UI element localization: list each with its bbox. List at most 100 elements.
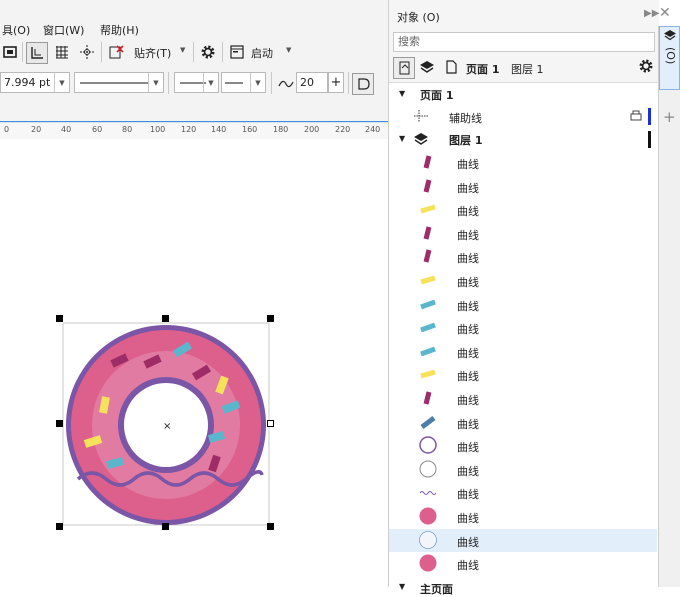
object-row[interactable]: 曲线: [389, 387, 657, 410]
selection-handle[interactable]: [267, 420, 274, 427]
launch-icon[interactable]: [227, 42, 247, 62]
menu-tools[interactable]: 具(O): [2, 22, 30, 38]
svg-text:×: ×: [163, 421, 171, 432]
selection-handle[interactable]: [162, 315, 169, 322]
expand-icon[interactable]: ▶▶: [644, 8, 659, 19]
object-row-label: 曲线: [457, 158, 479, 171]
end-arrow-select[interactable]: ▼: [221, 72, 266, 93]
donut-illustration[interactable]: ×: [0, 139, 388, 587]
object-row[interactable]: 曲线: [389, 245, 657, 268]
object-row[interactable]: 曲线: [389, 269, 657, 292]
printer-icon[interactable]: [629, 109, 643, 126]
smoothing-icon[interactable]: [276, 73, 296, 93]
objects-docker: 对象 (O) ▶▶ 搜索 页面 1 图层 1 ▼ 页面 1 辅助线 ▼ 图层 1…: [388, 0, 659, 596]
property-bar: 7.994 pt ▼ ▼ ▼ ▼ 20 +: [0, 66, 390, 101]
chevron-down-icon[interactable]: ▼: [250, 73, 265, 92]
object-row[interactable]: 曲线: [389, 175, 657, 198]
drawing-canvas[interactable]: ×: [0, 139, 388, 587]
object-row[interactable]: 曲线: [389, 222, 657, 245]
object-row[interactable]: 曲线: [389, 340, 657, 363]
tree-node-page[interactable]: ▼ 页面 1: [389, 83, 657, 106]
close-icon[interactable]: ✕: [659, 5, 671, 21]
start-arrow-select[interactable]: ▼: [174, 72, 219, 93]
launch-dropdown[interactable]: 启动: [251, 45, 273, 61]
snap-off-icon[interactable]: [106, 42, 126, 62]
object-thumbnail-icon: [419, 413, 437, 434]
object-row[interactable]: 曲线: [389, 293, 657, 316]
gear-icon[interactable]: [636, 56, 656, 76]
outline-width-input[interactable]: 7.994 pt ▼: [0, 72, 70, 93]
tree-node-layer[interactable]: ▼ 图层 1: [389, 128, 657, 151]
object-row[interactable]: 曲线: [389, 151, 657, 174]
tree-node-master-page[interactable]: ▼ 主页面: [389, 581, 657, 596]
docker-title: 对象 (O): [397, 11, 440, 24]
object-row[interactable]: 曲线: [389, 481, 657, 504]
ruler-tick-label: 60: [92, 125, 103, 134]
standard-toolbar: 贴齐(T) ▼ 启动 ▼: [0, 38, 390, 67]
object-row-label: 曲线: [457, 535, 479, 549]
page-icon[interactable]: [441, 57, 461, 77]
layers-icon: [663, 29, 677, 46]
object-row[interactable]: 曲线: [389, 505, 657, 528]
object-thumbnail-icon: [419, 177, 437, 198]
chevron-down-icon[interactable]: ▼: [399, 134, 405, 143]
smoothing-value: 20: [300, 76, 314, 89]
chevron-down-icon[interactable]: ▼: [148, 73, 163, 92]
selection-handle[interactable]: [56, 420, 63, 427]
selection-handle[interactable]: [56, 315, 63, 322]
horizontal-ruler[interactable]: 0 20 40 60 80 100 120 140 160 180 200 22…: [0, 122, 390, 140]
add-docker-icon[interactable]: +: [663, 108, 676, 126]
layers-icon[interactable]: [417, 57, 437, 77]
current-page-label: 页面 1: [466, 63, 500, 76]
ruler-tick-label: 20: [31, 125, 42, 134]
full-screen-icon[interactable]: [0, 42, 20, 62]
chevron-down-icon[interactable]: ▼: [54, 73, 69, 92]
toolbar-gap: [0, 100, 388, 121]
tree-node-guides[interactable]: 辅助线: [389, 105, 657, 128]
selection-handle[interactable]: [56, 523, 63, 530]
object-thumbnail-icon: [419, 271, 437, 292]
docker-tab-label: 对象 (O): [664, 47, 680, 69]
chevron-down-icon[interactable]: ▼: [286, 46, 291, 54]
plus-button[interactable]: +: [328, 72, 344, 93]
ruler-tick-label: 160: [242, 125, 258, 134]
snap-to-dropdown[interactable]: 贴齐(T): [134, 45, 171, 61]
object-thumbnail-icon: [419, 507, 437, 528]
object-thumbnail-icon: [419, 365, 437, 386]
layer-node-label: 图层 1: [449, 134, 483, 147]
guides-node-label: 辅助线: [449, 112, 482, 125]
object-row[interactable]: 曲线: [389, 316, 657, 339]
menu-help[interactable]: 帮助(H): [100, 22, 139, 38]
search-input[interactable]: 搜索: [393, 32, 655, 52]
outline-width-value: 7.994 pt: [4, 76, 51, 89]
objects-docker-tab[interactable]: 对象 (O): [659, 26, 680, 90]
rulers-icon[interactable]: [26, 42, 48, 64]
object-row-label: 曲线: [457, 181, 479, 195]
line-style-select[interactable]: ▼: [74, 72, 164, 93]
object-row[interactable]: 曲线: [389, 411, 657, 434]
gear-icon[interactable]: [198, 42, 218, 62]
chevron-down-icon[interactable]: ▼: [203, 73, 218, 92]
grid-icon[interactable]: [52, 42, 72, 62]
object-row[interactable]: 曲线: [389, 434, 657, 457]
object-row[interactable]: 曲线: [389, 198, 657, 221]
object-row[interactable]: 曲线: [389, 528, 657, 552]
ruler-tick-label: 140: [211, 125, 227, 134]
menu-window[interactable]: 窗口(W): [43, 22, 84, 38]
smoothing-input[interactable]: 20: [296, 72, 328, 93]
selection-handle[interactable]: [267, 315, 274, 322]
chevron-down-icon[interactable]: ▼: [180, 46, 185, 54]
selection-handle[interactable]: [162, 523, 169, 530]
layer-color-swatch: [648, 131, 651, 148]
object-row[interactable]: 曲线: [389, 458, 657, 481]
object-row-label: 曲线: [457, 252, 479, 266]
object-row-label: 曲线: [457, 299, 479, 313]
object-row[interactable]: 曲线: [389, 363, 657, 386]
object-row[interactable]: 曲线: [389, 552, 657, 575]
close-curve-icon[interactable]: [352, 73, 374, 95]
selection-handle[interactable]: [267, 523, 274, 530]
chevron-down-icon[interactable]: ▼: [399, 89, 405, 98]
guidelines-icon[interactable]: [77, 42, 97, 62]
page-view-icon[interactable]: [393, 57, 415, 79]
menu-bar: 具(O) 窗口(W) 帮助(H): [0, 0, 390, 38]
